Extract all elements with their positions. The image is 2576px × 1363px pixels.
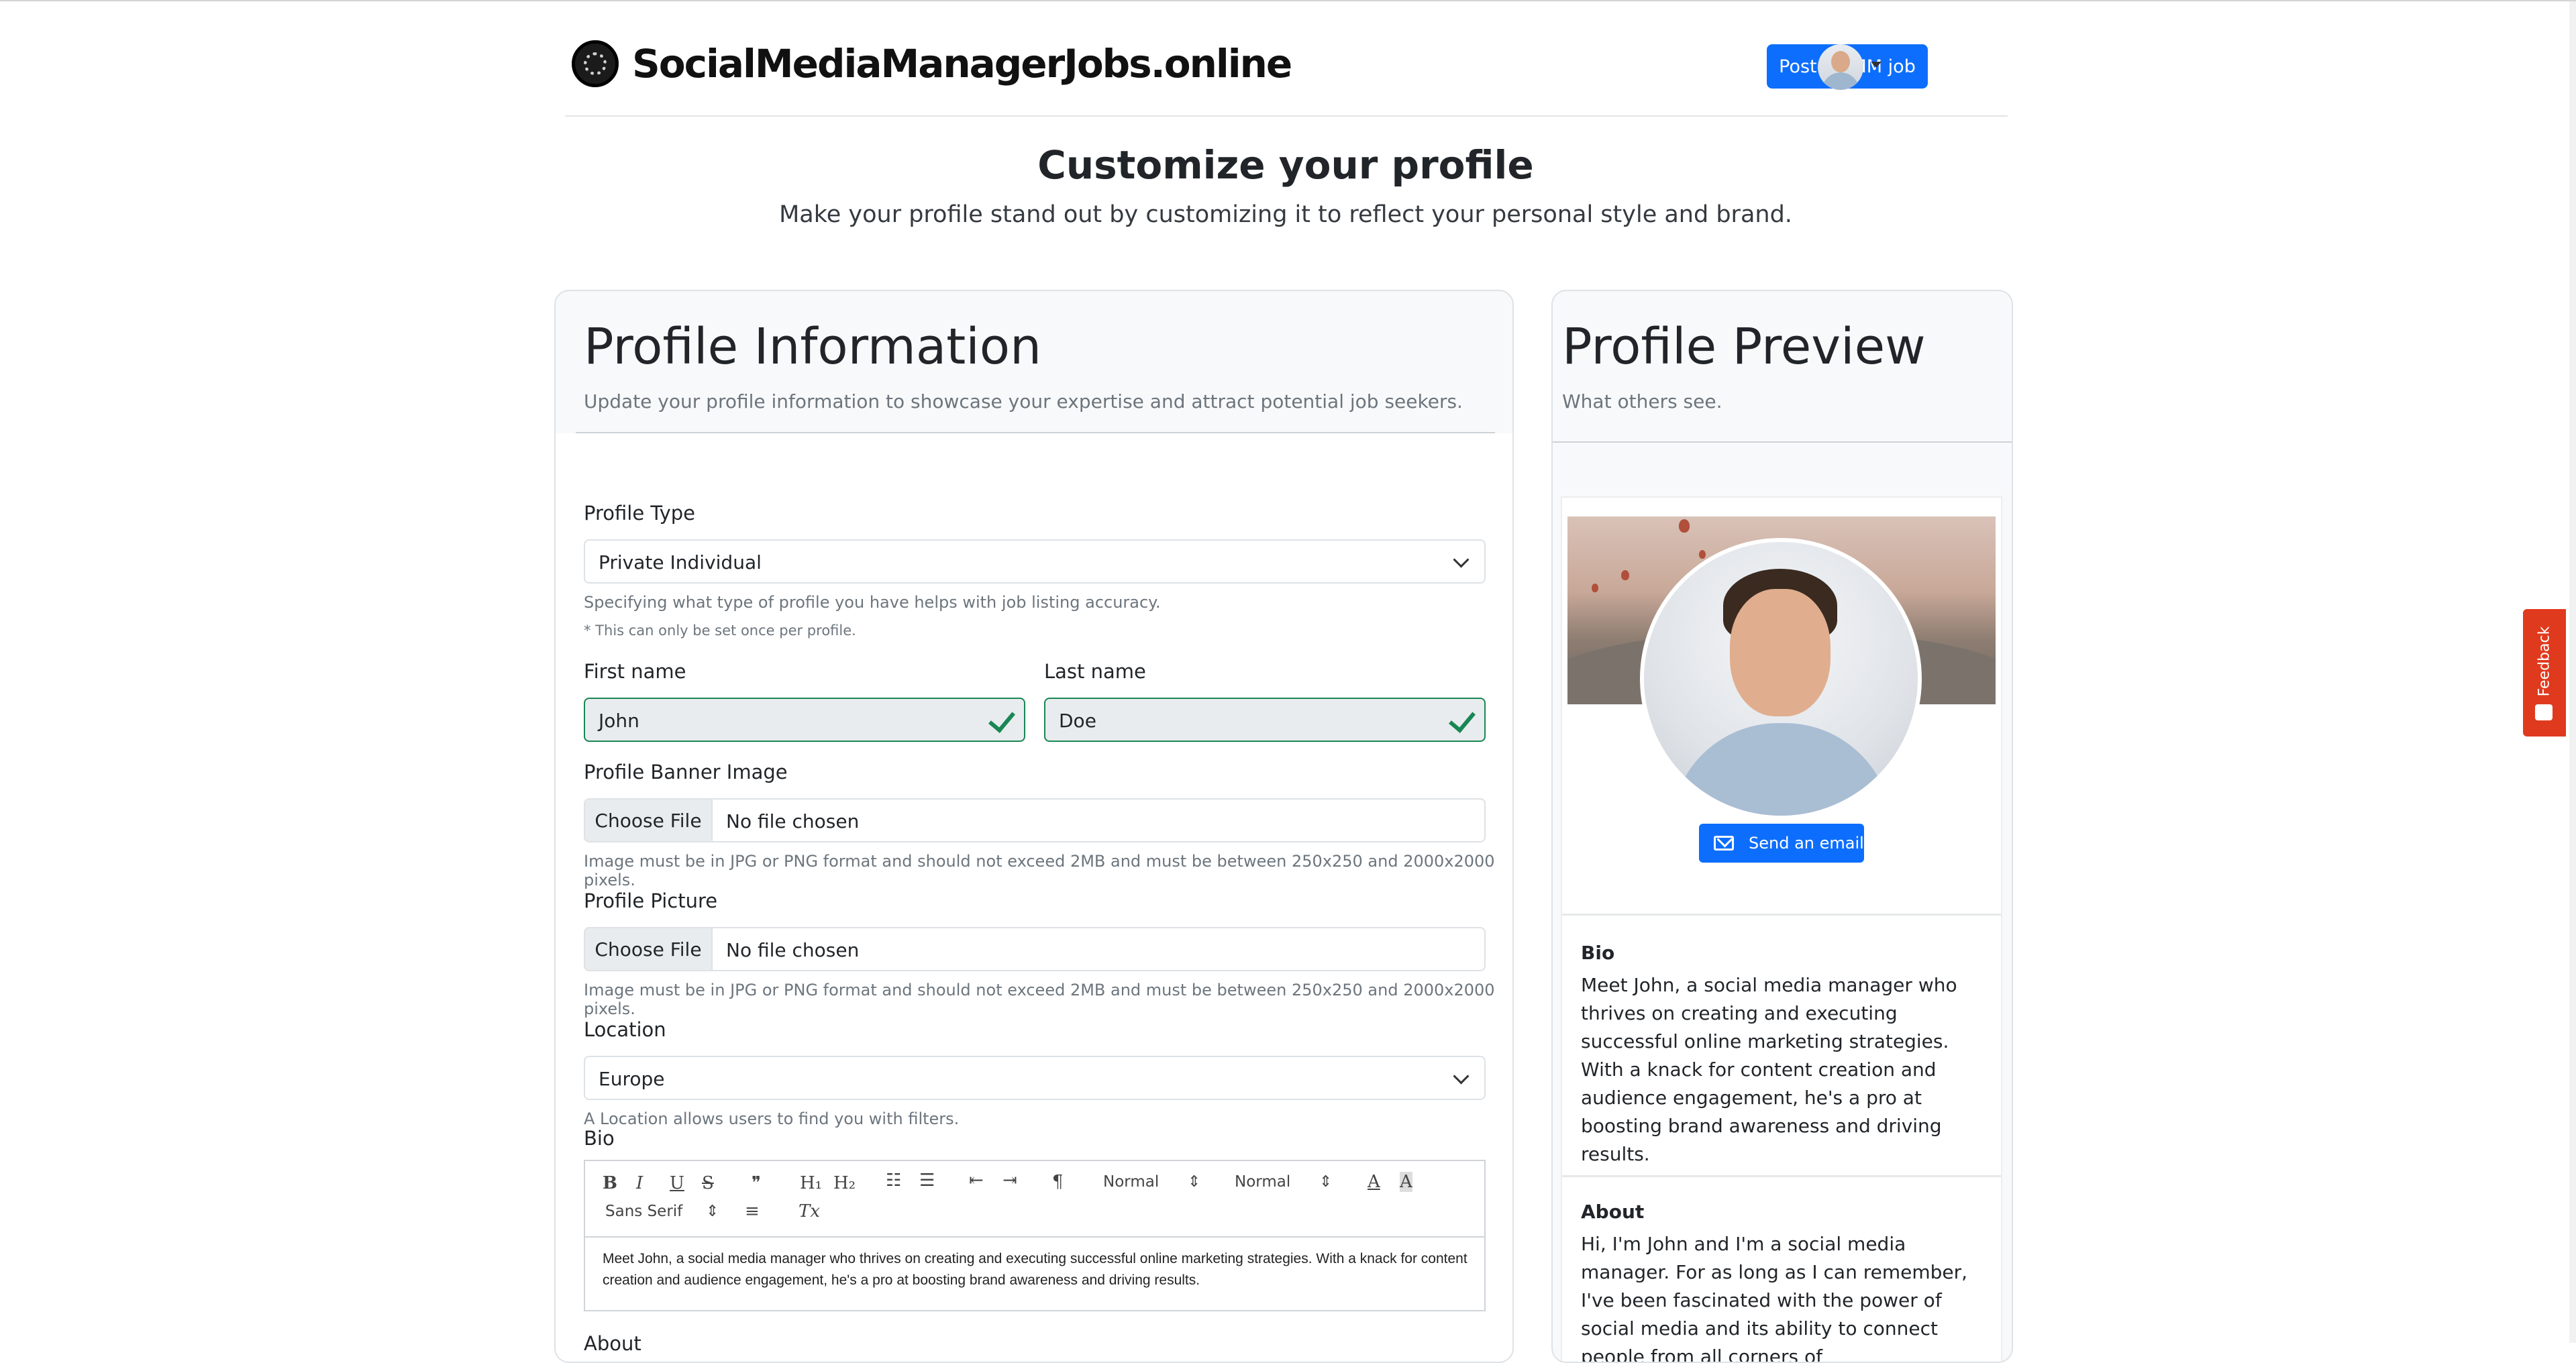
location-select[interactable]: Europe (584, 1056, 1486, 1100)
profile-preview-panel: Send an email Bio Meet John, a social me… (1561, 496, 2002, 1363)
preview-bio-heading: Bio (1581, 942, 1615, 964)
profile-type-hint: Specifying what type of profile you have… (584, 593, 1161, 612)
editor-toolbar: B I U S ❞ H₁ H₂ ☷ ☰ ⇤ ⇥ ¶ Normal ⇕ Norma… (585, 1161, 1484, 1238)
outdent-icon[interactable]: ⇤ (969, 1170, 984, 1191)
about-label: About (584, 1332, 641, 1355)
preview-about-text: Hi, I'm John and I'm a social media mana… (1581, 1233, 1968, 1363)
header-select-icon[interactable]: ⇕ (1188, 1173, 1200, 1191)
divider (1553, 441, 2012, 443)
location-label: Location (584, 1018, 666, 1041)
profile-picture-hint: Image must be in JPG or PNG format and s… (584, 981, 1495, 1018)
font-select-chevron-icon[interactable]: ⇕ (706, 1203, 719, 1220)
background-color-icon[interactable]: A (1400, 1172, 1412, 1192)
font-select[interactable]: Sans Serif (605, 1203, 682, 1220)
profile-type-note: * This can only be set once per profile. (584, 622, 856, 639)
page-title: Customize your profile (1037, 142, 1534, 188)
profile-picture (1640, 538, 1922, 820)
header-select-chevron-icon[interactable]: ⇕ (1319, 1173, 1332, 1191)
choose-file-button[interactable]: Choose File (585, 800, 713, 841)
file-status: No file chosen (726, 810, 860, 832)
profile-information-card: Profile Information Update your profile … (554, 290, 1514, 1363)
divider (1562, 1175, 2001, 1177)
chevron-down-icon[interactable] (1871, 62, 1882, 68)
bullet-list-icon[interactable]: ☰ (919, 1170, 935, 1191)
blockquote-button[interactable]: ❞ (752, 1173, 761, 1193)
profile-type-label: Profile Type (584, 502, 695, 525)
ordered-list-icon[interactable]: ☷ (886, 1170, 901, 1191)
check-icon (1449, 705, 1476, 733)
last-name-label: Last name (1044, 660, 1146, 683)
navbar: SocialMediaManagerJobs.online Post a SMM… (565, 1, 2008, 117)
page-container: SocialMediaManagerJobs.online Post a SMM… (554, 1, 2017, 1363)
banner-image-hint: Image must be in JPG or PNG format and s… (584, 852, 1495, 889)
profile-picture-label: Profile Picture (584, 889, 718, 912)
underline-button[interactable]: U (670, 1173, 684, 1193)
strike-button[interactable]: S (702, 1173, 714, 1193)
indent-icon[interactable]: ⇥ (1002, 1170, 1017, 1191)
feedback-icon (2535, 704, 2553, 720)
preview-bio-text: Meet John, a social media manager who th… (1581, 974, 1957, 1165)
page-subtitle: Make your profile stand out by customizi… (779, 201, 1792, 228)
text-color-icon[interactable]: A (1368, 1172, 1380, 1192)
first-name-label: First name (584, 660, 686, 683)
h1-button[interactable]: H₁ (800, 1173, 822, 1193)
profile-type-select[interactable]: Private Individual (584, 539, 1486, 584)
bold-button[interactable]: B (603, 1173, 617, 1193)
profile-information-subtitle: Update your profile information to showc… (584, 390, 1463, 413)
profile-preview-card: Profile Preview What others see. Send an… (1551, 290, 2013, 1363)
divider (1562, 914, 2001, 916)
bio-label: Bio (584, 1127, 615, 1150)
logo-text: SocialMediaManagerJobs.online (632, 41, 1292, 87)
banner-image-label: Profile Banner Image (584, 761, 788, 783)
profile-preview-subtitle: What others see. (1562, 390, 1722, 413)
first-name-field[interactable]: John (584, 698, 1025, 742)
choose-file-button[interactable]: Choose File (585, 928, 713, 970)
text-direction-icon[interactable]: ¶ (1052, 1172, 1064, 1192)
profile-preview-heading: Profile Preview (1562, 318, 1926, 376)
align-icon[interactable]: ≡ (745, 1201, 760, 1221)
last-name-field[interactable]: Doe (1044, 698, 1486, 742)
user-avatar[interactable] (1818, 44, 1863, 90)
size-select[interactable]: Normal (1103, 1173, 1159, 1191)
send-email-button[interactable]: Send an email (1699, 824, 1864, 863)
check-icon (988, 705, 1015, 733)
chevron-down-icon (1453, 1068, 1470, 1085)
file-status: No file chosen (726, 939, 860, 961)
banner-image-input[interactable]: Choose File No file chosen (584, 798, 1486, 842)
profile-picture-input[interactable]: Choose File No file chosen (584, 927, 1486, 971)
header-select[interactable]: Normal (1235, 1173, 1290, 1191)
preview-about-heading: About (1581, 1201, 1645, 1223)
divider (576, 432, 1495, 433)
italic-button[interactable]: I (636, 1173, 643, 1193)
site-logo[interactable]: SocialMediaManagerJobs.online (572, 40, 1292, 87)
bio-editor[interactable]: B I U S ❞ H₁ H₂ ☷ ☰ ⇤ ⇥ ¶ Normal ⇕ Norma… (584, 1160, 1486, 1311)
scrollbar[interactable] (2569, 1, 2576, 1343)
clean-format-button[interactable]: Tx (798, 1201, 820, 1221)
profile-information-heading: Profile Information (584, 318, 1041, 376)
feedback-tab[interactable]: Feedback (2523, 609, 2566, 737)
location-hint: A Location allows users to find you with… (584, 1109, 960, 1128)
envelope-icon (1714, 836, 1734, 851)
logo-icon (572, 40, 619, 87)
chevron-down-icon (1453, 551, 1470, 568)
h2-button[interactable]: H₂ (833, 1173, 856, 1193)
bio-editor-text[interactable]: Meet John, a social media manager who th… (603, 1248, 1468, 1291)
